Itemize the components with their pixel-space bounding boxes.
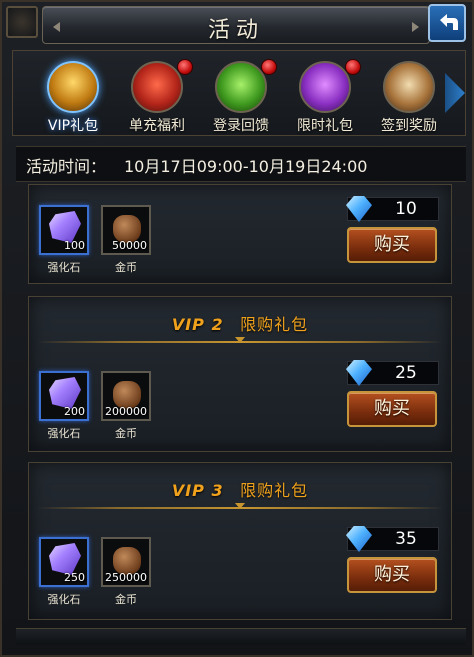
tab-limited-gift[interactable]: 限时礼包 [285,57,365,135]
price-box: 35 [346,526,439,552]
item-name: 强化石 [47,427,81,440]
purple-chest-icon [299,61,351,113]
price-value: 10 [395,199,417,219]
package-panel: 100 强化石 50000 金币 10 购买 [28,184,452,284]
item-name: 金币 [115,593,137,606]
vip-level: VIP 3 [171,481,224,500]
item-slot[interactable]: 200 [39,371,89,421]
buy-button[interactable]: 购买 [347,391,437,427]
item-name: 强化石 [47,261,81,274]
chevron-down-icon [235,337,245,343]
tab-checkin-reward[interactable]: 签到奖励 [369,57,449,135]
back-button[interactable] [428,4,466,42]
item-qty: 200000 [105,405,147,418]
item-name: 强化石 [47,593,81,606]
diamond-icon [346,196,372,222]
item-qty: 250 [64,571,85,584]
title-bar: 活动 [42,6,430,44]
tab-label: VIP礼包 [47,118,99,134]
buy-button[interactable]: 购买 [347,227,437,263]
item-slot[interactable]: 200000 [101,371,151,421]
buy-button[interactable]: 购买 [347,557,437,593]
gift-box-icon [131,61,183,113]
price-value: 35 [395,529,417,549]
tab-label: 限时礼包 [297,118,353,134]
price-box: 10 [346,196,439,222]
item-slot[interactable]: 50000 [101,205,151,255]
right-arrow-ornament-icon [412,22,419,32]
tab-label: 签到奖励 [381,118,437,134]
item-qty: 250000 [105,571,147,584]
back-arrow-icon [440,14,458,30]
activity-time-value: 10月17日09:00-10月19日24:00 [124,157,368,176]
vip-level: VIP 2 [171,315,224,334]
tab-login-reward[interactable]: 登录回馈 [201,57,281,135]
gift-name: 限购礼包 [240,481,309,500]
item-qty: 200 [64,405,85,418]
item-slot[interactable]: 100 [39,205,89,255]
window-title: 活动 [207,18,264,43]
notification-dot [261,59,277,75]
activity-time-bar: 活动时间： 10月17日09:00-10月19日24:00 [16,146,466,182]
tab-single-recharge[interactable]: 单充福利 [117,57,197,135]
activity-time-label: 活动时间： [26,157,107,176]
gift-name: 限购礼包 [240,315,309,334]
book-icon [383,61,435,113]
notification-dot [345,59,361,75]
package-panel: VIP 3 限购礼包 250 强化石 250000 金币 35 购买 [28,462,452,620]
bottom-border [16,628,466,645]
activity-window: 活动 VIP礼包 单充福利 登录回馈 限时礼包 签到奖励 活动时间： 10月17… [0,0,474,657]
treasure-chest-icon [47,61,99,113]
next-tab-arrow-icon[interactable] [445,73,465,113]
tab-label: 单充福利 [129,118,185,134]
item-name: 金币 [115,427,137,440]
price-box: 25 [346,360,439,386]
package-panel: VIP 2 限购礼包 200 强化石 200000 金币 25 购买 [28,296,452,452]
item-slot[interactable]: 250 [39,537,89,587]
item-name: 金币 [115,261,137,274]
package-header: VIP 3 限购礼包 [29,477,451,501]
corner-ornament [6,6,38,38]
chevron-down-icon [235,503,245,509]
item-qty: 50000 [112,239,147,252]
tab-label: 登录回馈 [213,118,269,134]
tab-bar: VIP礼包 单充福利 登录回馈 限时礼包 签到奖励 [12,50,466,136]
tab-vip-gift[interactable]: VIP礼包 [33,57,113,135]
item-slot[interactable]: 250000 [101,537,151,587]
item-qty: 100 [64,239,85,252]
notification-dot [177,59,193,75]
package-header: VIP 2 限购礼包 [29,311,451,335]
diamond-icon [346,360,372,386]
price-value: 25 [395,363,417,383]
diamond-icon [346,526,372,552]
green-gift-icon [215,61,267,113]
